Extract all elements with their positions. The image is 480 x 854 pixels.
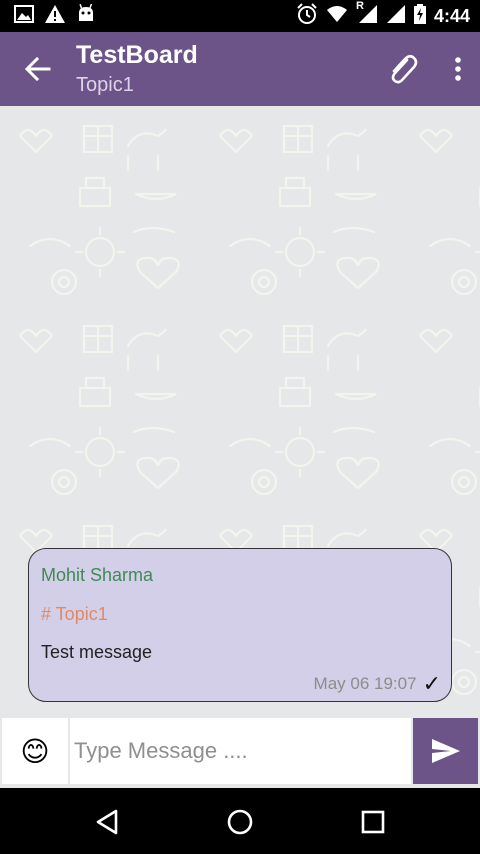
check-icon: ✓ [422,671,441,696]
alarm-icon [296,2,318,30]
app-bar: TestBoard Topic1 [0,32,480,106]
battery-charging-icon [413,3,426,29]
warning-icon [44,4,66,29]
page-subtitle: Topic1 [76,74,134,96]
paperclip-icon [391,54,418,84]
chat-area[interactable]: Mohit Sharma # Topic1 Test message May 0… [0,106,480,716]
roaming-label: R [355,0,364,12]
back-button[interactable] [0,32,76,106]
message-bubble[interactable]: Mohit Sharma # Topic1 Test message May 0… [28,548,452,702]
message-topic: # Topic1 [41,604,108,624]
more-options-button[interactable] [436,32,480,106]
message-sender: Mohit Sharma [41,565,154,585]
home-icon [227,809,253,835]
nav-home-button[interactable] [200,790,280,854]
message-meta: May 06 19:07 ✓ [314,673,441,695]
composer: 😊 [0,716,480,788]
signal-icon [386,4,406,29]
nav-back-button[interactable] [67,790,147,854]
message-text: Test message [41,642,153,662]
attach-button[interactable] [374,32,430,106]
emoji-button[interactable]: 😊 [2,718,68,784]
send-button[interactable] [413,718,478,784]
message-timestamp: May 06 19:07 [313,674,417,693]
send-icon [431,739,460,763]
smiley-icon: 😊 [20,735,50,767]
more-vert-icon [455,57,461,81]
header-titles[interactable]: TestBoard Topic1 [76,40,198,98]
status-bar: R 4:44 [0,0,480,32]
nav-recents-button[interactable] [333,790,413,854]
app-actions [374,32,480,106]
navigation-bar [0,790,480,854]
status-time: 4:44 [433,5,470,26]
signal-roaming-icon: R [356,0,378,29]
image-icon [14,4,34,28]
message-input[interactable] [70,718,411,784]
android-icon [76,3,96,29]
arrow-left-icon [25,57,51,81]
wifi-icon [326,5,348,28]
status-system: R 4:44 [296,0,480,32]
status-notifications [0,0,96,32]
page-title: TestBoard [76,41,198,69]
recents-icon [361,810,385,834]
back-icon [96,809,118,835]
